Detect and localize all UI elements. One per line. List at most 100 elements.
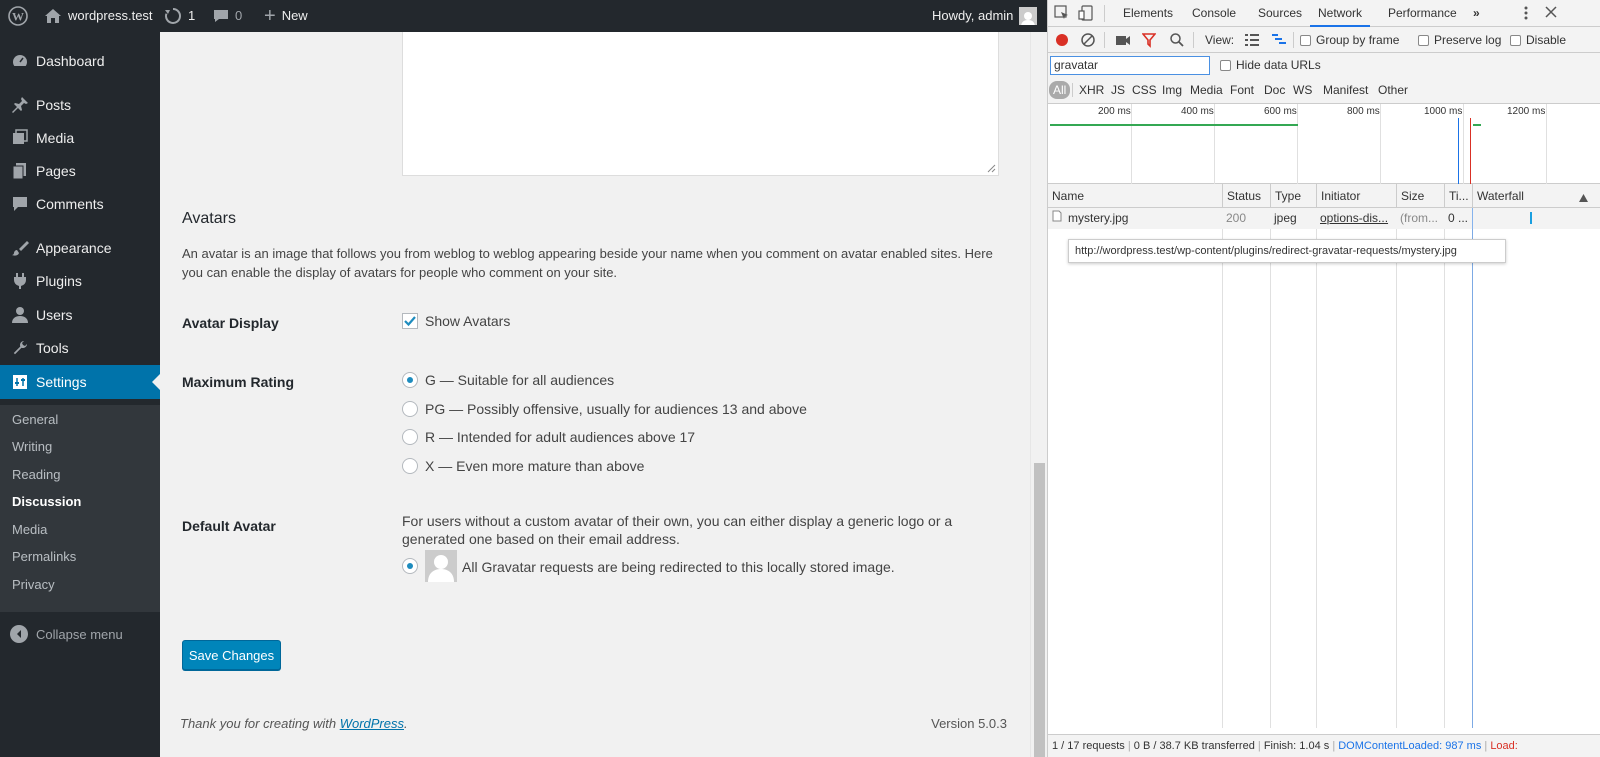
tab-performance[interactable]: Performance xyxy=(1388,0,1457,27)
submenu-reading[interactable]: Reading xyxy=(12,467,60,482)
submenu-general[interactable]: General xyxy=(12,412,58,427)
rating-g-label[interactable]: G — Suitable for all audiences xyxy=(425,372,614,388)
row-initiator-link[interactable]: options-dis... xyxy=(1316,208,1396,229)
filter-manifest[interactable]: Manifest xyxy=(1323,81,1368,99)
search-icon[interactable] xyxy=(1169,32,1185,51)
dashboard-icon xyxy=(10,51,30,71)
new-content-link[interactable]: + New xyxy=(264,0,308,32)
filter-img[interactable]: Img xyxy=(1162,81,1182,99)
requests-table-header: Name Status Type Initiator Size Ti... Wa… xyxy=(1048,184,1600,208)
filter-media[interactable]: Media xyxy=(1190,81,1223,99)
waterfall-overview-icon[interactable] xyxy=(1271,33,1287,50)
menu-item-tools[interactable]: Tools xyxy=(0,331,160,365)
rating-pg-label[interactable]: PG — Possibly offensive, usually for aud… xyxy=(425,401,807,417)
my-account-link[interactable]: Howdy, admin xyxy=(932,0,1038,32)
submenu-writing[interactable]: Writing xyxy=(12,439,52,454)
clear-icon[interactable] xyxy=(1080,32,1096,51)
page-scrollbar[interactable] xyxy=(1030,32,1047,757)
filter-input[interactable]: gravatar xyxy=(1050,56,1210,75)
filter-js[interactable]: JS xyxy=(1111,81,1125,99)
submenu-media[interactable]: Media xyxy=(12,522,47,537)
submenu-permalinks[interactable]: Permalinks xyxy=(12,549,76,564)
menu-item-settings[interactable]: Settings xyxy=(0,365,160,399)
updates-link[interactable]: 1 xyxy=(164,0,195,32)
show-avatars-label[interactable]: Show Avatars xyxy=(425,313,510,329)
column-name[interactable]: Name xyxy=(1048,184,1222,208)
filter-css[interactable]: CSS xyxy=(1132,81,1157,99)
close-devtools-icon[interactable] xyxy=(1545,6,1557,21)
menu-item-appearance[interactable]: Appearance xyxy=(0,231,160,265)
row-name-cell[interactable]: mystery.jpg xyxy=(1048,208,1222,229)
wp-logo-menu[interactable]: W xyxy=(8,0,28,32)
column-status[interactable]: Status xyxy=(1222,184,1270,208)
avatars-heading: Avatars xyxy=(182,210,236,227)
rating-g-radio[interactable] xyxy=(402,372,418,388)
more-tabs-button[interactable]: » xyxy=(1473,0,1480,27)
resize-handle-icon[interactable] xyxy=(987,164,996,173)
comments-link[interactable]: 0 xyxy=(213,0,242,32)
pages-icon xyxy=(10,161,30,181)
comment-blacklist-textarea[interactable] xyxy=(402,32,999,176)
overview-tick-400: 400 ms xyxy=(1181,106,1214,117)
tab-sources[interactable]: Sources xyxy=(1258,0,1302,27)
group-by-frame-toggle[interactable]: Group by frame xyxy=(1300,27,1399,53)
preserve-log-toggle[interactable]: Preserve log xyxy=(1418,27,1501,53)
screenshot-camera-icon[interactable] xyxy=(1115,33,1131,50)
tab-console[interactable]: Console xyxy=(1192,0,1236,27)
collapse-label: Collapse menu xyxy=(36,626,123,642)
network-overview[interactable]: 200 ms 400 ms 600 ms 800 ms 1000 ms 1200… xyxy=(1048,104,1600,184)
menu-item-users[interactable]: Users xyxy=(0,298,160,332)
rating-x-label[interactable]: X — Even more mature than above xyxy=(425,458,644,474)
tab-elements[interactable]: Elements xyxy=(1123,0,1173,27)
menu-item-posts[interactable]: Posts xyxy=(0,88,160,122)
submenu-privacy[interactable]: Privacy xyxy=(12,577,55,592)
filter-icon[interactable] xyxy=(1141,32,1157,51)
scrollbar-thumb[interactable] xyxy=(1034,463,1045,757)
device-toolbar-icon[interactable] xyxy=(1078,5,1094,24)
preserve-log-checkbox[interactable] xyxy=(1418,34,1429,46)
rating-r-label[interactable]: R — Intended for adult audiences above 1… xyxy=(425,429,695,445)
menu-item-media[interactable]: Media xyxy=(0,121,160,155)
site-name-link[interactable]: wordpress.test xyxy=(44,0,153,32)
save-changes-button[interactable]: Save Changes xyxy=(182,640,281,670)
settings-submenu: General Writing Reading Discussion Media… xyxy=(0,405,160,612)
hide-data-urls-toggle[interactable]: Hide data URLs xyxy=(1220,53,1321,77)
menu-item-pages[interactable]: Pages xyxy=(0,154,160,188)
rating-x-radio[interactable] xyxy=(402,458,418,474)
show-avatars-checkbox[interactable] xyxy=(402,313,418,329)
rating-pg-radio[interactable] xyxy=(402,401,418,417)
filter-xhr[interactable]: XHR xyxy=(1079,81,1104,99)
filter-all[interactable]: All xyxy=(1049,81,1071,99)
tab-network[interactable]: Network xyxy=(1310,0,1371,27)
waterfall-bar xyxy=(1530,212,1532,224)
collapse-menu-button[interactable]: Collapse menu xyxy=(0,622,160,646)
admin-menu: Dashboard Posts Media Pages Comments App… xyxy=(0,32,160,757)
menu-item-comments[interactable]: Comments xyxy=(0,187,160,221)
filter-font[interactable]: Font xyxy=(1230,81,1254,99)
kebab-menu-icon[interactable] xyxy=(1523,5,1529,24)
wordpress-link[interactable]: WordPress xyxy=(340,716,404,731)
filter-doc[interactable]: Doc xyxy=(1264,81,1285,99)
large-rows-list-icon[interactable] xyxy=(1244,33,1260,50)
rating-r-radio[interactable] xyxy=(402,429,418,445)
requests-count: 1 / 17 requests xyxy=(1052,740,1125,752)
inspect-element-icon[interactable] xyxy=(1054,5,1070,24)
default-avatar-option-label[interactable]: All Gravatar requests are being redirect… xyxy=(462,559,895,575)
hide-data-urls-checkbox[interactable] xyxy=(1220,59,1231,71)
table-row[interactable]: mystery.jpg 200 jpeg options-dis... (fro… xyxy=(1048,208,1600,229)
filter-other[interactable]: Other xyxy=(1378,81,1408,99)
comment-icon xyxy=(10,194,30,214)
column-time[interactable]: Ti... xyxy=(1444,184,1472,208)
disable-cache-toggle[interactable]: Disable xyxy=(1510,27,1566,53)
column-type[interactable]: Type xyxy=(1270,184,1316,208)
disable-cache-checkbox[interactable] xyxy=(1510,34,1521,46)
submenu-discussion[interactable]: Discussion xyxy=(12,494,81,509)
record-icon[interactable] xyxy=(1054,32,1070,51)
filter-ws[interactable]: WS xyxy=(1293,81,1312,99)
menu-item-dashboard[interactable]: Dashboard xyxy=(0,44,160,78)
default-avatar-radio[interactable] xyxy=(402,558,418,574)
group-by-frame-checkbox[interactable] xyxy=(1300,34,1311,46)
column-size[interactable]: Size xyxy=(1396,184,1444,208)
column-initiator[interactable]: Initiator xyxy=(1316,184,1396,208)
menu-item-plugins[interactable]: Plugins xyxy=(0,264,160,298)
